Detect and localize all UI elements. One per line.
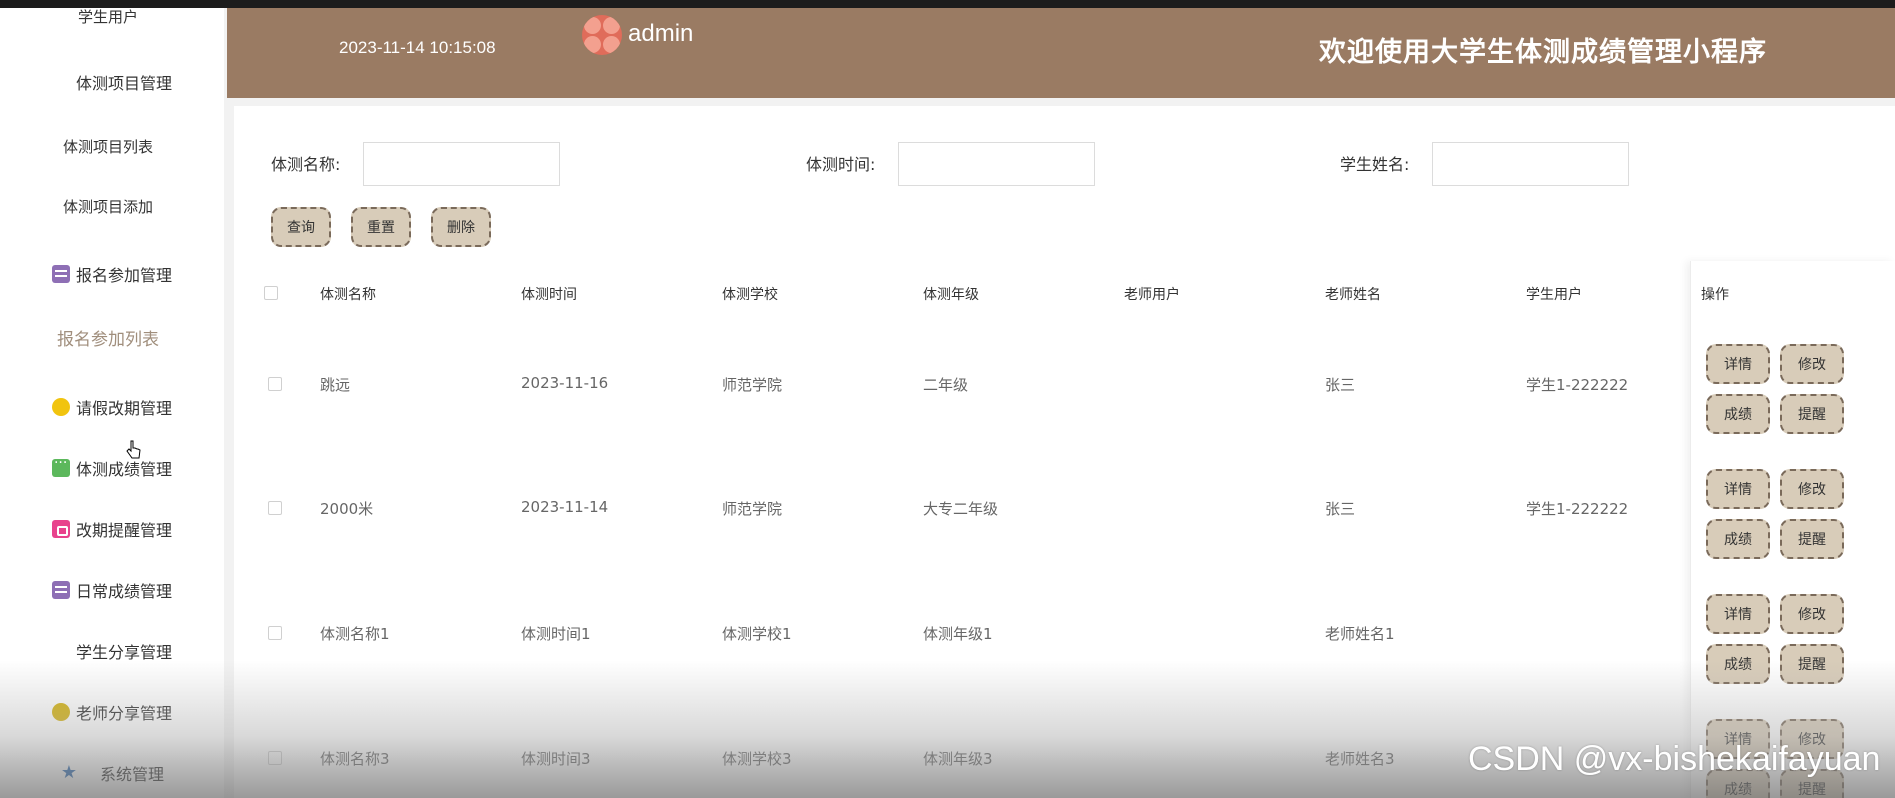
detail-button[interactable]: 详情 bbox=[1706, 344, 1770, 384]
search-time-input[interactable] bbox=[898, 142, 1095, 186]
cell-time: 2023-11-16 bbox=[521, 374, 609, 392]
row-checkbox[interactable] bbox=[268, 626, 282, 640]
page-title: 欢迎使用大学生体测成绩管理小程序 bbox=[1319, 37, 1767, 68]
sidebar-item-label: 报名参加管理 bbox=[75, 266, 172, 285]
cell-school: 体测学校3 bbox=[722, 750, 792, 768]
sidebar-item-label: 体测项目管理 bbox=[75, 74, 172, 93]
col-header-time: 体测时间 bbox=[521, 287, 577, 303]
sidebar-subitem-test-project-add[interactable]: 体测项目添加 bbox=[0, 196, 216, 217]
grid-icon bbox=[52, 642, 70, 660]
header-username[interactable]: admin bbox=[628, 20, 693, 48]
cell-name: 2000米 bbox=[320, 500, 374, 518]
grid-icon bbox=[52, 73, 70, 91]
star-icon: ★ bbox=[60, 762, 78, 783]
detail-button[interactable]: 详情 bbox=[1706, 469, 1770, 509]
sidebar-item-student-user[interactable]: 学生用户 bbox=[0, 8, 216, 27]
sidebar-item-system-manage[interactable]: ★ 系统管理 bbox=[0, 761, 224, 785]
box-icon bbox=[51, 581, 70, 599]
sidebar-subitem-test-project-list[interactable]: 体测项目列表 bbox=[0, 136, 216, 157]
col-header-teacher-user: 老师用户 bbox=[1124, 287, 1180, 303]
avatar[interactable] bbox=[582, 15, 622, 55]
sidebar: 学生用户 体测项目管理 体测项目列表 体测项目添加 报名参加管理 报名参加列表 … bbox=[0, 8, 224, 798]
remind-button[interactable]: 提醒 bbox=[1780, 644, 1844, 684]
sidebar-item-signup-manage[interactable]: 报名参加管理 bbox=[0, 262, 224, 286]
top-dark-strip bbox=[0, 0, 1895, 8]
search-student-input[interactable] bbox=[1432, 142, 1629, 186]
edit-button[interactable]: 修改 bbox=[1780, 594, 1844, 634]
sidebar-item-label: 学生分享管理 bbox=[75, 643, 172, 662]
sidebar-item-reschedule-reminder-manage[interactable]: 改期提醒管理 bbox=[0, 517, 224, 541]
score-button[interactable]: 成绩 bbox=[1706, 394, 1770, 434]
sidebar-item-label: 日常成绩管理 bbox=[75, 582, 172, 601]
sidebar-item-label: 体测成绩管理 bbox=[75, 460, 172, 479]
remind-button[interactable]: 提醒 bbox=[1780, 519, 1844, 559]
cell-teacher-name: 张三 bbox=[1325, 376, 1356, 394]
search-student-label: 学生姓名: bbox=[1340, 155, 1410, 174]
header-datetime: 2023-11-14 10:15:08 bbox=[339, 38, 496, 57]
delete-button[interactable]: 删除 bbox=[431, 207, 491, 247]
reset-button[interactable]: 重置 bbox=[351, 207, 411, 247]
cell-name: 体测名称3 bbox=[320, 750, 390, 768]
edit-button[interactable]: 修改 bbox=[1780, 469, 1844, 509]
col-header-school: 体测学校 bbox=[722, 287, 778, 303]
operations-column: 操作 详情 修改 成绩 提醒 详情 修改 成绩 提醒 详情 修改 成绩 提醒 详… bbox=[1690, 261, 1895, 798]
cell-name: 跳远 bbox=[320, 376, 351, 394]
cell-time: 2023-11-14 bbox=[521, 498, 609, 516]
box-icon bbox=[51, 265, 70, 283]
score-button[interactable]: 成绩 bbox=[1706, 519, 1770, 559]
chat-icon bbox=[51, 455, 70, 477]
sidebar-item-teacher-share-manage[interactable]: 老师分享管理 bbox=[0, 700, 224, 724]
cell-name: 体测名称1 bbox=[320, 625, 390, 643]
search-time-label: 体测时间: bbox=[806, 155, 876, 174]
col-header-actions: 操作 bbox=[1701, 287, 1729, 303]
cell-teacher-name: 老师姓名1 bbox=[1325, 625, 1395, 643]
cell-teacher-name: 张三 bbox=[1325, 500, 1356, 518]
watermark: CSDN @vx-bishekaifayuan bbox=[1468, 740, 1881, 778]
sidebar-item-student-share-manage[interactable]: 学生分享管理 bbox=[0, 639, 224, 663]
search-name-label: 体测名称: bbox=[271, 155, 341, 174]
hand-cursor-icon bbox=[126, 440, 141, 459]
sidebar-item-test-project-manage[interactable]: 体测项目管理 bbox=[0, 70, 224, 94]
sidebar-item-label: 改期提醒管理 bbox=[75, 521, 172, 540]
cell-grade: 体测年级3 bbox=[923, 750, 993, 768]
cell-teacher-name: 老师姓名3 bbox=[1325, 750, 1395, 768]
hex-icon bbox=[51, 398, 70, 416]
col-header-grade: 体测年级 bbox=[923, 287, 979, 303]
col-header-name: 体测名称 bbox=[320, 287, 376, 303]
cell-student-user: 学生1-222222 bbox=[1526, 500, 1629, 518]
cell-school: 师范学院 bbox=[722, 376, 783, 394]
hex-icon bbox=[51, 703, 70, 721]
col-header-student-user: 学生用户 bbox=[1526, 287, 1582, 303]
sidebar-subitem-signup-list[interactable]: 报名参加列表 bbox=[0, 325, 216, 350]
main-content: 体测名称: 体测时间: 学生姓名: 查询 重置 删除 体测名称 体测时间 体测学… bbox=[234, 106, 1895, 798]
sidebar-item-daily-score-manage[interactable]: 日常成绩管理 bbox=[0, 578, 224, 602]
cell-time: 体测时间3 bbox=[521, 750, 591, 768]
row-checkbox[interactable] bbox=[268, 377, 282, 391]
sidebar-item-test-score-manage[interactable]: 体测成绩管理 bbox=[0, 455, 224, 480]
sidebar-item-leave-reschedule-manage[interactable]: 请假改期管理 bbox=[0, 395, 224, 419]
query-button[interactable]: 查询 bbox=[271, 207, 331, 247]
cell-grade: 大专二年级 bbox=[923, 500, 999, 518]
edit-button[interactable]: 修改 bbox=[1780, 344, 1844, 384]
sidebar-item-label: 老师分享管理 bbox=[75, 704, 172, 723]
score-button[interactable]: 成绩 bbox=[1706, 644, 1770, 684]
cell-grade: 体测年级1 bbox=[923, 625, 993, 643]
cell-student-user: 学生1-222222 bbox=[1526, 376, 1629, 394]
sidebar-item-label: 系统管理 bbox=[99, 765, 164, 784]
detail-button[interactable]: 详情 bbox=[1706, 594, 1770, 634]
remind-button[interactable]: 提醒 bbox=[1780, 394, 1844, 434]
calendar-icon bbox=[51, 520, 70, 538]
search-name-input[interactable] bbox=[363, 142, 560, 186]
row-checkbox[interactable] bbox=[268, 501, 282, 515]
cell-school: 师范学院 bbox=[722, 500, 783, 518]
select-all-checkbox[interactable] bbox=[264, 286, 278, 300]
col-header-teacher-name: 老师姓名 bbox=[1325, 287, 1381, 303]
top-header: 2023-11-14 10:15:08 admin 欢迎使用大学生体测成绩管理小… bbox=[227, 8, 1895, 98]
row-checkbox[interactable] bbox=[268, 751, 282, 765]
sidebar-item-label: 请假改期管理 bbox=[75, 399, 172, 418]
cell-grade: 二年级 bbox=[923, 376, 969, 394]
cell-time: 体测时间1 bbox=[521, 625, 591, 643]
cell-school: 体测学校1 bbox=[722, 625, 792, 643]
